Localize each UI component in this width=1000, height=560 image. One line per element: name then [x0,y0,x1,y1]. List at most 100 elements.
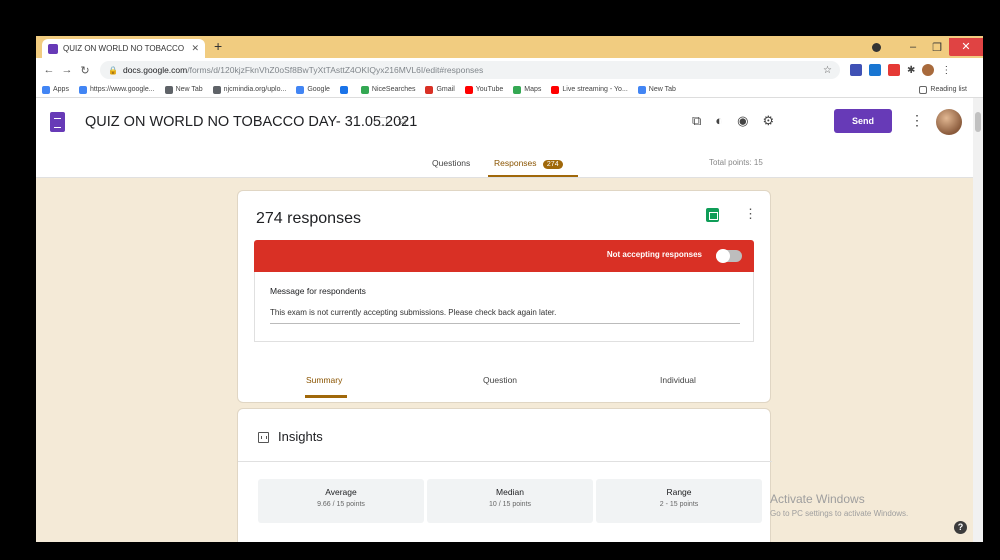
insights-chart-icon [258,432,269,443]
reading-list-label: Reading list [930,86,967,93]
bookmark-label: Live streaming - Yo... [562,86,628,93]
avatar[interactable] [936,109,962,135]
active-tab-indicator [488,174,578,177]
extensions: ✱ ⋮ [850,64,951,76]
bookmark-label: New Tab [175,86,203,93]
stat-median: Median 10 / 15 points [427,479,593,523]
help-icon[interactable]: ? [954,521,967,534]
back-arrow-icon[interactable]: ← [40,64,58,76]
bookmark-item[interactable]: Apps [42,85,69,94]
puzzle-icon[interactable]: ✱ [907,65,915,76]
divider [238,461,772,462]
bookmark-item[interactable]: New Tab [164,85,203,94]
sheets-icon[interactable] [706,208,719,222]
new-tab-button[interactable]: + [214,38,222,54]
accepting-responses-toggle[interactable] [716,249,742,263]
responses-card: 274 responses ⋮ Not accepting responses … [237,190,771,403]
maximize-button[interactable]: ❐ [925,41,949,54]
lock-icon: 🔒 [108,65,118,75]
folder-icon[interactable]: 🗀 [374,113,387,135]
extension-icon[interactable] [869,64,881,76]
bookmark-favicon-icon [360,85,369,94]
preview-eye-icon[interactable]: ◉ [737,113,748,129]
close-window-button[interactable]: ✕ [949,38,983,56]
star-icon[interactable]: ☆ [397,113,409,135]
subtab-summary[interactable]: Summary [306,375,342,385]
avatar-small[interactable] [922,64,935,76]
stat-value: 10 / 15 points [488,501,532,508]
bookmark-favicon-icon [296,85,305,94]
bookmark-label: https://www.google... [89,86,155,93]
extension-icon[interactable] [850,64,862,76]
bookmark-favicon-icon [637,85,646,94]
message-label: Message for respondents [270,286,366,296]
insights-title: Insights [278,429,323,444]
subtab-individual[interactable]: Individual [660,375,696,385]
bookmark-item[interactable]: YouTube [464,85,504,94]
palette-icon[interactable]: ◐ [715,113,723,129]
bookmark-item[interactable]: njcmindia.org/uplo... [212,85,286,94]
bookmark-label: Google [307,86,330,93]
bookmark-label: New Tab [648,86,676,93]
scrollbar[interactable] [973,98,983,542]
forward-arrow-icon[interactable]: → [58,64,76,76]
bookmark-favicon-icon [464,85,473,94]
title-actions: 🗀 ☆ [374,113,409,135]
more-options-icon[interactable]: ⋮ [910,112,924,129]
stat-name: Average [325,487,357,497]
stat-average: Average 9.66 / 15 points [258,479,424,523]
message-field[interactable]: This exam is not currently accepting sub… [270,308,556,317]
address-bar[interactable]: 🔒 docs.google.com /forms/d/120kjzFknVhZ0… [100,61,840,79]
form-header: QUIZ ON WORLD NO TOBACCO DAY- 31.05.2021… [36,98,983,150]
message-underline [270,323,740,324]
message-box: Message for respondents This exam is not… [254,272,754,342]
reading-list[interactable]: Reading list [919,85,967,94]
response-subtabs: Summary Question Individual [238,375,772,405]
profile-dot-icon[interactable] [872,42,881,52]
bookmark-label: YouTube [475,86,504,93]
stat-name: Range [666,487,692,497]
send-button[interactable]: Send [834,109,892,133]
window-controls: – ❐ ✕ [872,36,983,58]
activate-windows-watermark: Activate Windows Go to PC settings to ac… [770,492,908,518]
bookmark-label: Apps [53,86,69,93]
watermark-title: Activate Windows [770,492,865,506]
bookmark-item[interactable]: Gmail [425,85,455,94]
bookmark-item[interactable] [339,85,351,94]
bookmark-star-icon[interactable]: ☆ [823,65,832,76]
subtab-question[interactable]: Question [483,375,517,385]
accepting-responses-bar: Not accepting responses [254,240,754,272]
bookmark-item[interactable]: Maps [513,85,542,94]
tab-questions[interactable]: Questions [432,158,470,168]
bookmark-item[interactable]: Live streaming - Yo... [551,85,628,94]
tab-title: QUIZ ON WORLD NO TOBACCO [63,44,185,53]
addon-puzzle-icon[interactable]: ⧉ [692,113,701,129]
reading-list-icon [919,85,928,94]
address-toolbar: ← → ↻ 🔒 docs.google.com /forms/d/120kjzF… [36,58,983,82]
bookmark-favicon-icon [78,85,87,94]
forms-favicon-icon [48,43,58,54]
scrollbar-thumb[interactable] [975,112,981,132]
settings-gear-icon[interactable]: ⚙ [763,113,775,129]
bookmark-item[interactable]: Google [296,85,330,94]
google-forms-icon[interactable] [50,112,65,132]
bookmark-item[interactable]: https://www.google... [78,85,155,94]
menu-kebab-icon[interactable]: ⋮ [941,65,951,76]
close-tab-icon[interactable]: ✕ [191,43,199,54]
bookmark-favicon-icon [339,85,348,94]
tab-responses[interactable]: Responses 274 [494,158,563,169]
minimize-button[interactable]: – [901,41,925,53]
more-options-icon[interactable]: ⋮ [744,206,757,222]
bookmark-item[interactable]: New Tab [637,85,676,94]
bookmark-item[interactable]: NiceSearches [360,85,415,94]
form-title[interactable]: QUIZ ON WORLD NO TOBACCO DAY- 31.05.2021 [85,114,417,130]
url-host: docs.google.com [122,65,188,75]
stat-value: 2 - 15 points [659,501,699,508]
bookmark-label: Maps [524,86,542,93]
reload-icon[interactable]: ↻ [76,64,94,77]
extension-icon[interactable] [888,64,900,76]
stat-value: 9.66 / 15 points [317,501,365,508]
browser-tab[interactable]: QUIZ ON WORLD NO TOBACCO ✕ [42,39,205,58]
bookmark-favicon-icon [425,85,434,94]
accepting-responses-label: Not accepting responses [606,250,702,259]
